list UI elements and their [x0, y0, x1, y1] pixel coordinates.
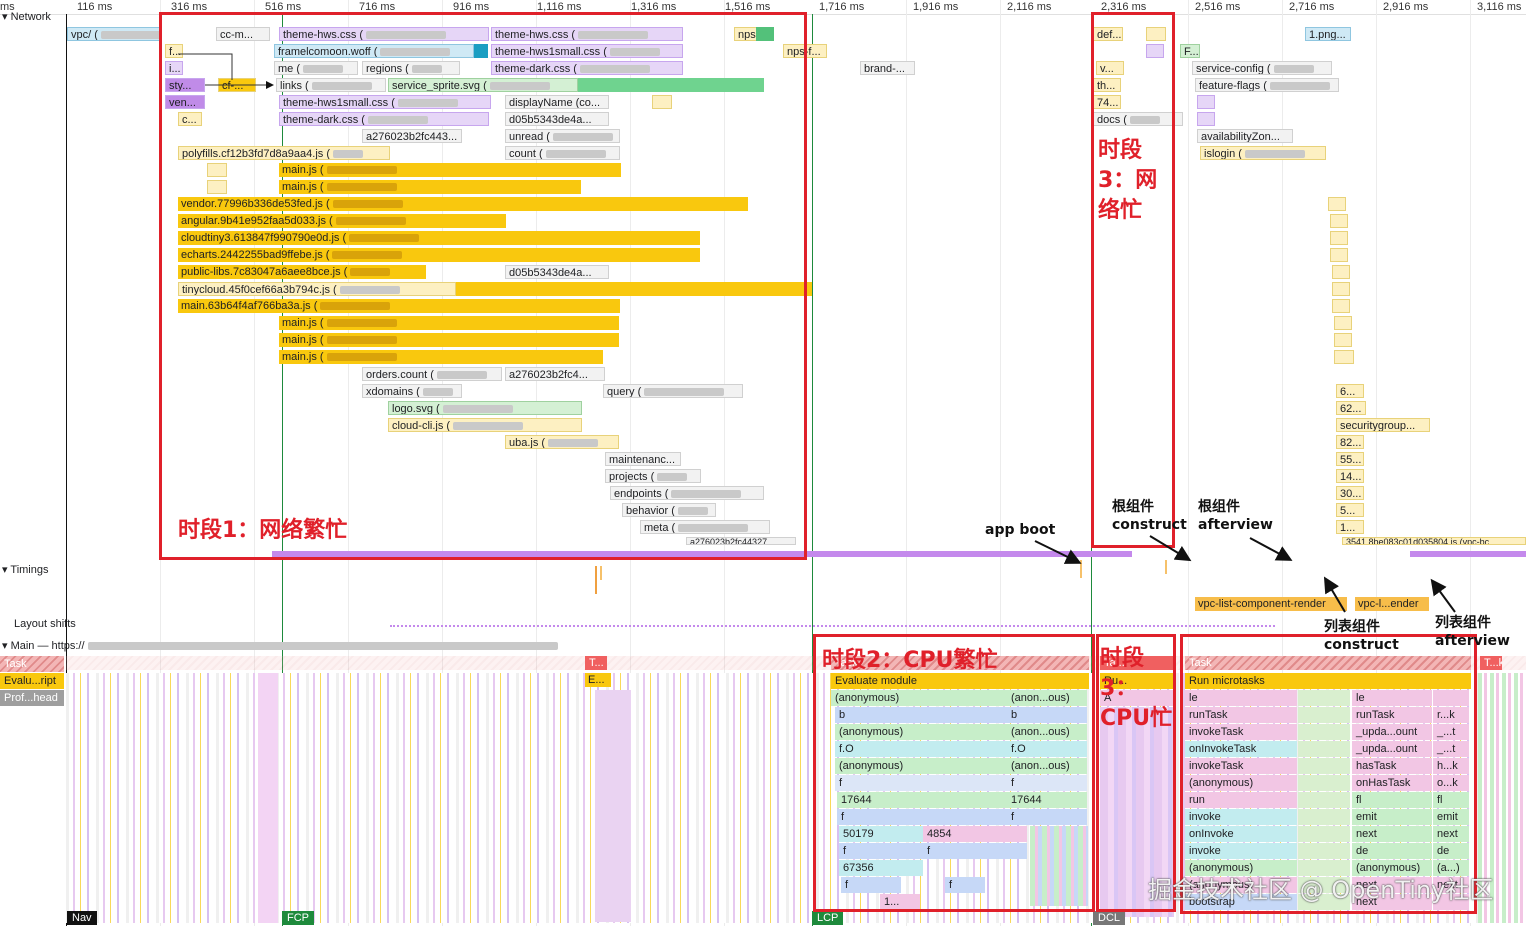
arrow-root-afterview [1249, 537, 1293, 561]
initiator-line [178, 53, 233, 80]
arrow-list-construct [1323, 576, 1346, 613]
watermark: 掘金技术社区 @ OpenTiny社区 [1148, 876, 1494, 904]
arrow-root-construct [1149, 535, 1192, 562]
arrow-app-boot [1034, 540, 1082, 564]
annotation-arrows [178, 53, 1456, 613]
arrow-list-afterview [1430, 578, 1456, 613]
